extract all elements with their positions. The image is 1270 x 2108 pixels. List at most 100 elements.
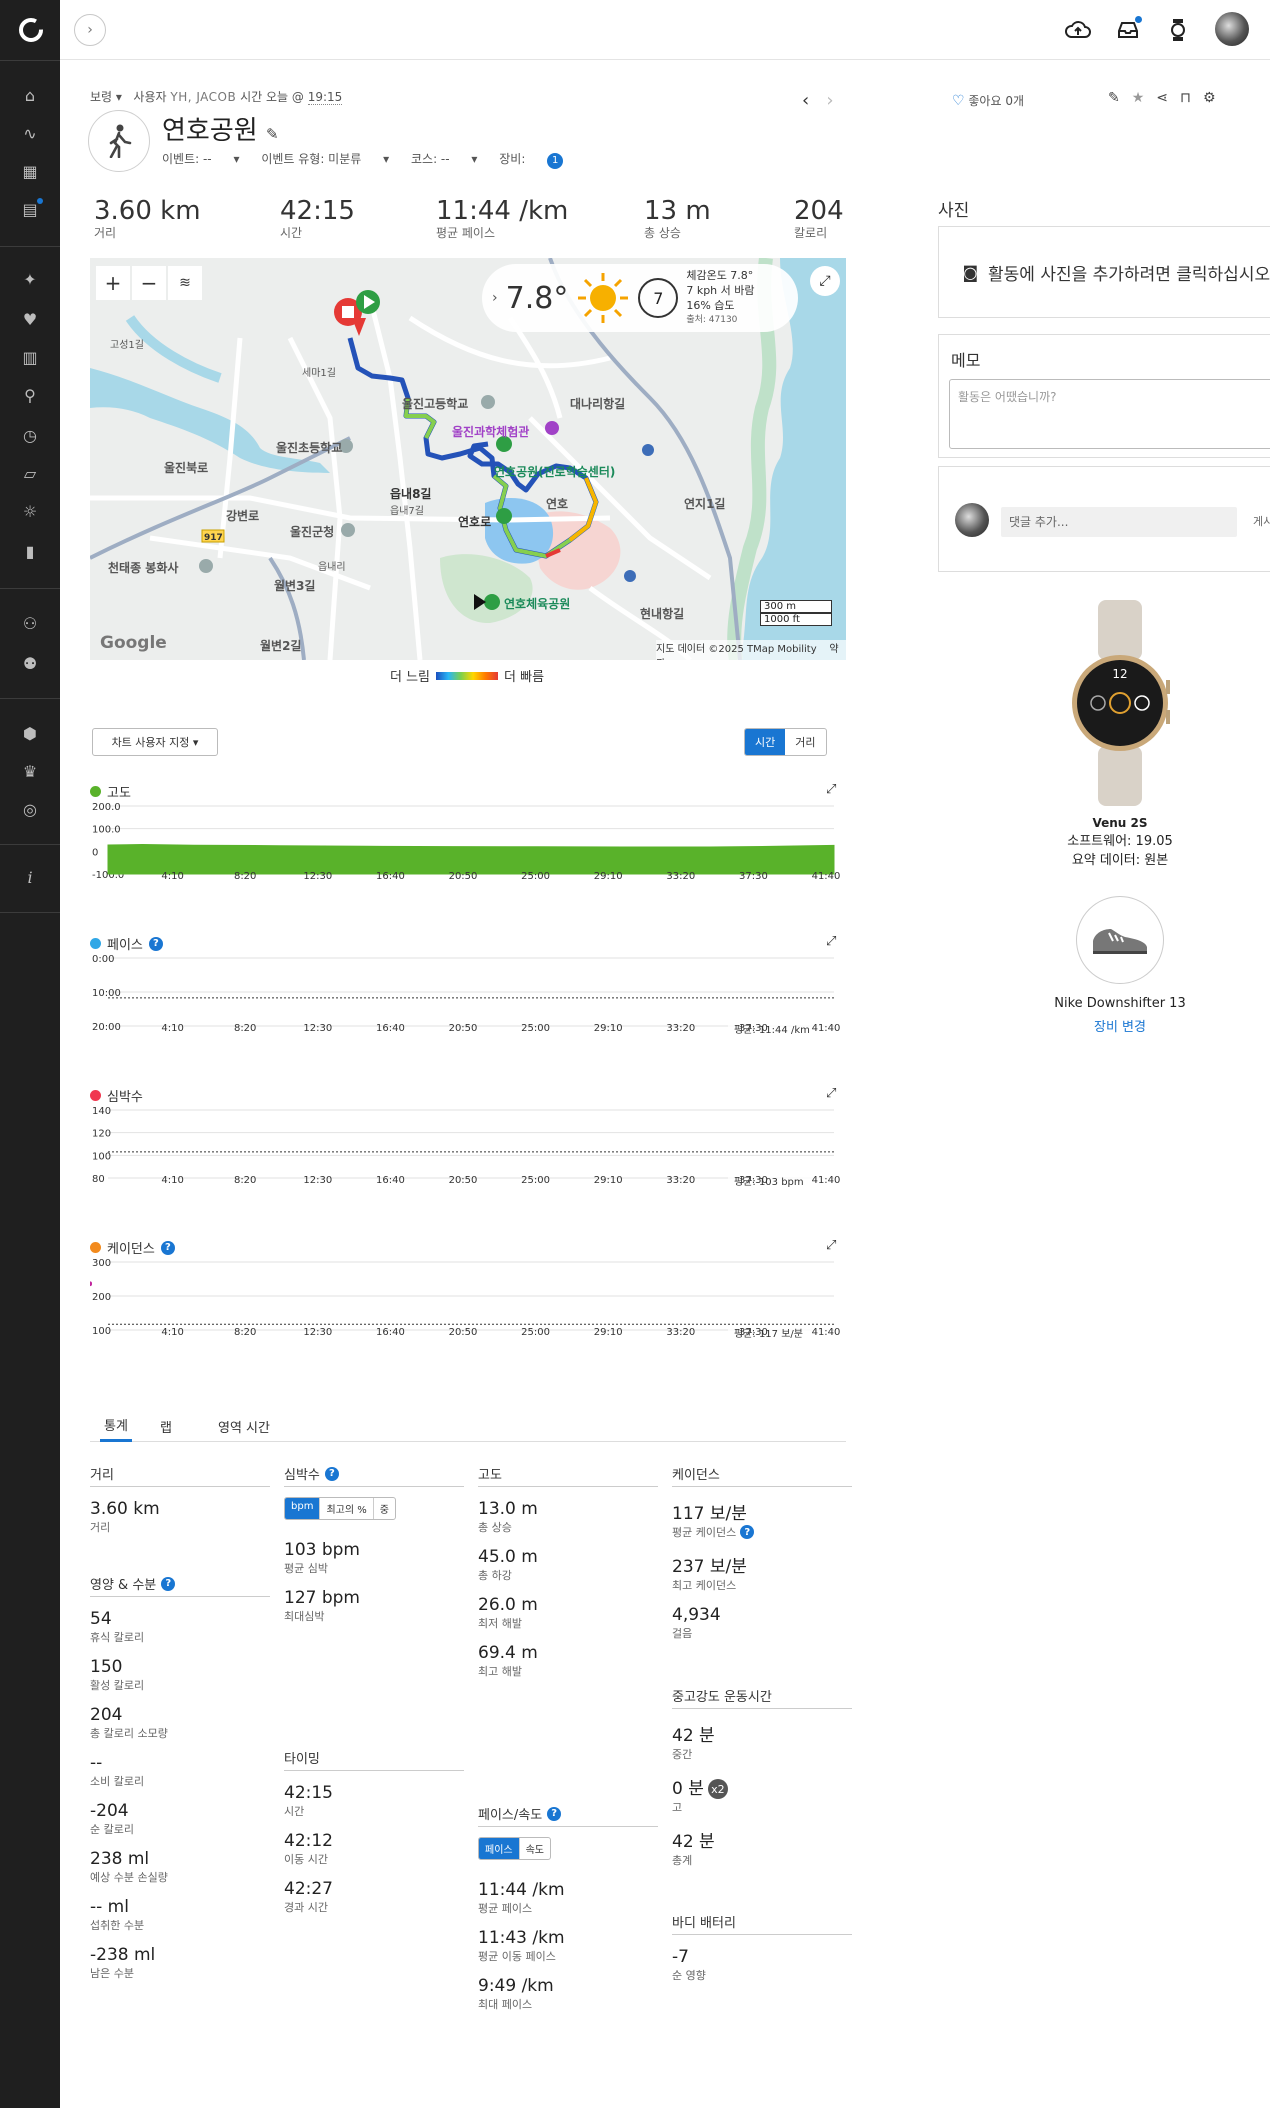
inbox-icon[interactable] (1114, 16, 1142, 44)
reports-icon[interactable]: ▮ (19, 540, 41, 562)
badges-icon[interactable]: ⬢ (19, 722, 41, 744)
activity-title[interactable]: 연호공원 ✎ (162, 110, 279, 147)
calendar-icon[interactable]: ▦ (19, 160, 41, 182)
zoom-in-button[interactable]: + (96, 266, 130, 300)
section-header: 영양 & 수분? (90, 1574, 270, 1597)
activity-type-walking-icon[interactable] (88, 110, 150, 172)
summary-time: 42:15 시간 (280, 196, 355, 241)
home-icon[interactable]: ⌂ (19, 84, 41, 106)
summary-label: 거리 (94, 226, 117, 240)
trends-icon[interactable]: ∿ (19, 122, 41, 144)
pencil-icon[interactable]: ✎ (1108, 90, 1120, 106)
gear-field[interactable]: 장비: 1 (499, 152, 581, 169)
event-type-dropdown[interactable]: 이벤트 유형: 미분류 ▾ (261, 152, 389, 166)
upload-cloud-icon[interactable] (1064, 16, 1092, 44)
settings-gear-icon[interactable]: ⚙ (1203, 90, 1216, 106)
star-icon[interactable]: ★ (1132, 90, 1145, 106)
elevation-chart-svg[interactable]: 200.0100.00-100.0 4:10 8:20 12:30 16:40 20:50… (90, 796, 846, 896)
challenges-target-icon[interactable]: ◎ (19, 798, 41, 820)
connections-icon[interactable]: ⚇ (19, 612, 41, 634)
expand-chart-icon[interactable]: ⤢ (826, 1238, 836, 1253)
health-heart-icon[interactable]: ♥ (19, 308, 41, 330)
add-photo-text: 활동에 사진을 추가하려면 클릭하십시오. (988, 264, 1270, 285)
map-label: 고성1길 (110, 338, 144, 351)
layers-icon[interactable]: ≋ (168, 266, 202, 300)
toggle-pace[interactable]: 페이스 (479, 1838, 520, 1859)
garmin-connect-logo-icon[interactable] (17, 16, 45, 44)
x-tick-label: 37:30 (739, 1175, 768, 1186)
tab-stats[interactable]: 통계 (100, 1410, 132, 1442)
news-icon[interactable]: ▤ (19, 198, 43, 220)
activities-icon[interactable]: ✦ (19, 268, 41, 290)
user-name-link[interactable]: YH, JACOB (170, 90, 236, 104)
tab-laps[interactable]: 랩 (160, 1410, 172, 1442)
hr-toggle-bpm[interactable]: bpm (285, 1498, 321, 1519)
trophy-icon[interactable]: ♛ (19, 760, 41, 782)
stat-value: 13.0 m (478, 1499, 538, 1519)
add-photo-button[interactable]: ◙ 활동에 사진을 추가하려면 클릭하십시오. (938, 226, 1270, 318)
section-header: 타이밍 (284, 1748, 464, 1771)
comment-input[interactable] (1001, 507, 1237, 537)
stats-bars-icon[interactable]: ▥ (19, 346, 41, 368)
x-tick-label: 20:50 (449, 1023, 478, 1034)
activity-map[interactable]: 울진과학체험관 연호공원(진로학습센터) 연호체육공원 울진고등학교 울진초등학… (90, 258, 846, 660)
legend-gradient (436, 671, 499, 680)
stat-value: 237 보/분 (672, 1557, 747, 1577)
caret-down-icon[interactable]: ▾ (116, 90, 122, 104)
toggle-time[interactable]: 시간 (745, 729, 786, 755)
weather-widget[interactable]: › 7.8° 7 체감온도 7.8° 7 kph 서 바람 16% 습도 출처:… (482, 264, 798, 332)
comment-post-button[interactable]: 게시 (1253, 513, 1270, 529)
help-icon[interactable]: ? (324, 1466, 339, 1481)
x-tick-label: 12:30 (303, 1175, 332, 1186)
groups-icon[interactable]: ⚉ (19, 652, 41, 674)
next-activity-chevron-icon[interactable]: › (826, 90, 833, 111)
insights-bulb-icon[interactable]: ☼ (19, 500, 41, 522)
expand-chart-icon[interactable]: ⤢ (826, 782, 836, 797)
help-icon[interactable]: ? (740, 1525, 755, 1539)
prev-activity-chevron-icon[interactable]: ‹ (802, 90, 809, 111)
training-runner-icon[interactable]: ⚲ (19, 384, 41, 406)
pace-chart-svg[interactable]: 0:0010:0020:00 평균: 11:44 /km4:10 8:20 12:30… (90, 948, 846, 1048)
unlock-icon[interactable]: ⊓ (1180, 90, 1191, 106)
map-label: 대나리항길 (570, 396, 625, 411)
help-icon[interactable]: ? (547, 1806, 562, 1821)
expand-chart-icon[interactable]: ⤢ (826, 1086, 836, 1101)
x-tick-label: 8:20 (234, 1023, 256, 1034)
info-icon[interactable]: i (19, 866, 41, 888)
venu-watch-image[interactable]: 12 (1070, 600, 1170, 806)
x-tick-label: 16:40 (376, 1175, 405, 1186)
heart-rate-chart-svg[interactable]: 14012010080 평균: 103 bpm4:10 8:20 12:30 16:40… (90, 1100, 846, 1200)
course-dropdown[interactable]: 코스: -- ▾ (411, 152, 477, 166)
stat-item: 150 활성 칼로리 (90, 1657, 270, 1693)
fullscreen-icon[interactable]: ⤢ (810, 266, 840, 296)
stat-value: 69.4 m (478, 1643, 538, 1663)
privacy-dropdown[interactable]: 보령 (90, 90, 112, 104)
user-avatar[interactable] (1215, 12, 1249, 46)
expand-chart-icon[interactable]: ⤢ (826, 934, 836, 949)
stopwatch-icon[interactable]: ◷ (19, 424, 41, 446)
zoom-out-button[interactable]: − (132, 266, 166, 300)
shoe-icon[interactable] (1076, 896, 1164, 984)
hr-toggle-zone[interactable]: 중 (374, 1498, 395, 1519)
toggle-speed[interactable]: 속도 (520, 1838, 550, 1859)
help-icon[interactable]: ? (161, 1576, 176, 1591)
customize-charts-button[interactable]: 차트 사용자 지정 ▾ (92, 728, 218, 756)
change-gear-link[interactable]: 장비 변경 (938, 1016, 1270, 1035)
hr-toggle-percent-max[interactable]: 최고의 % (320, 1498, 374, 1519)
like-button[interactable]: ♡ 좋아요 0개 (952, 92, 1024, 109)
expand-sidebar-button[interactable]: › (74, 14, 106, 46)
stat-item: -- ml 섭취한 수분 (90, 1897, 270, 1933)
tab-zones[interactable]: 영역 시간 (218, 1410, 270, 1442)
cadence-chart-svg[interactable]: 300200100 평균: 117 보/분4:10 8:20 12:30 16:40 20… (90, 1252, 846, 1352)
device-software: 소프트웨어: 19.05 (1067, 834, 1173, 849)
pencil-edit-icon[interactable]: ✎ (266, 125, 279, 143)
stat-item: 11:43 /km 평균 이동 페이스 (478, 1928, 658, 1964)
toggle-distance[interactable]: 거리 (785, 729, 825, 755)
event-dropdown[interactable]: 이벤트: -- ▾ (162, 152, 239, 166)
activity-time[interactable]: 19:15 (307, 90, 343, 105)
gear-shoe-icon[interactable]: ⏥ (19, 462, 41, 484)
share-icon[interactable]: ⋖ (1156, 90, 1168, 106)
memo-textarea[interactable] (949, 379, 1270, 449)
device-watch-icon[interactable] (1164, 16, 1192, 44)
stat-item: 127 bpm 최대심박 (284, 1588, 464, 1624)
